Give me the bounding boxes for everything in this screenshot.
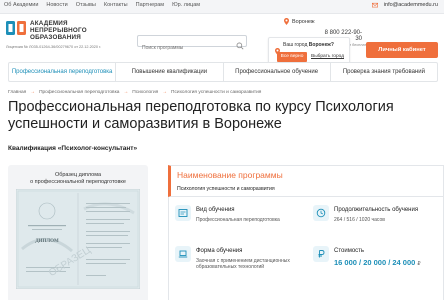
diploma-image[interactable]: ДИПЛОМ ОБРАЗЕЦ: [15, 188, 141, 290]
qualification: Квалификация «Психолог-консультант»: [8, 145, 138, 152]
diploma-caption-line-2: о профессиональной переподготовке: [30, 179, 126, 185]
logo-icon[interactable]: [6, 21, 26, 35]
logo-line-1: АКАДЕМИЯ: [30, 20, 68, 27]
city-question-text: Ваш город: [283, 42, 308, 48]
top-nav-partners[interactable]: Партнерам: [136, 2, 164, 8]
program-name-label: Наименование программы: [177, 170, 283, 180]
breadcrumb-psychology[interactable]: Психология: [132, 90, 158, 95]
detail-duration-value: 264 / 516 / 1020 часов: [334, 217, 385, 223]
detail-form-value: Заочная с применением дистанционных обра…: [196, 258, 290, 270]
breadcrumb-home[interactable]: Главная: [8, 90, 26, 95]
search-icon[interactable]: [236, 37, 244, 50]
detail-duration: Продолжительность обучения 264 / 516 / 1…: [307, 197, 444, 238]
detail-type-value: Профессиональная переподготовка: [196, 217, 280, 223]
detail-type-heading: Вид обучения: [196, 207, 235, 213]
breadcrumb-current: Психология успешности и саморазвития: [171, 90, 262, 95]
logo-text[interactable]: АКАДЕМИЯ НЕПРЕРЫВНОГО ОБРАЗОВАНИЯ: [30, 20, 87, 41]
program-name-value: Психология успешности и саморазвития: [177, 186, 275, 192]
nav-retraining[interactable]: Профессиональная переподготовка: [9, 63, 117, 81]
logo-line-3: ОБРАЗОВАНИЯ: [30, 34, 81, 41]
cost-currency: ₽: [417, 261, 421, 267]
personal-account-button[interactable]: Личный кабинет: [366, 42, 438, 58]
city-change-link[interactable]: Выбрать город: [311, 54, 344, 59]
laptop-icon: [175, 246, 191, 262]
city-selector[interactable]: Воронеж: [284, 18, 315, 25]
breadcrumb-retraining[interactable]: Профессиональная переподготовка: [39, 90, 119, 95]
diploma-caption: Образец диплома о профессиональной переп…: [8, 172, 148, 186]
breadcrumb-separator-icon: →: [162, 90, 168, 95]
diploma-caption-line-1: Образец диплома: [54, 172, 102, 178]
top-contacts: info@academmedu.ru: [371, 2, 438, 8]
city-confirm-button[interactable]: Все верно: [277, 52, 307, 62]
logo-line-2: НЕПРЕРЫВНОГО: [30, 27, 87, 34]
detail-duration-heading: Продолжительность обучения: [334, 207, 419, 213]
diploma-sample-card: Образец диплома о профессиональной переп…: [8, 165, 148, 300]
city-name: Воронеж: [292, 18, 315, 25]
top-bar: Об Академии Новости Отзывы Контакты Парт…: [0, 0, 444, 14]
nav-qualification[interactable]: Повышение квалификации: [116, 63, 224, 81]
search-box[interactable]: [137, 35, 247, 53]
top-nav-legal[interactable]: Юр. лицам: [172, 2, 200, 8]
program-name-block: Наименование программы Психология успешн…: [168, 165, 444, 197]
breadcrumb-separator-icon: →: [123, 90, 129, 95]
header: АКАДЕМИЯ НЕПРЕРЫВНОГО ОБРАЗОВАНИЯ Лиценз…: [0, 14, 444, 67]
breadcrumb-separator-icon: →: [30, 90, 36, 95]
detail-form: Форма обучения Заочная с применением дис…: [169, 238, 307, 279]
license-text: Лицензия № Л035-01264-36/00279670 от 22.…: [6, 45, 102, 49]
location-pin-icon: [275, 42, 280, 55]
search-input[interactable]: [138, 43, 234, 53]
diploma-doc-word: ДИПЛОМ: [35, 239, 59, 244]
city-question-name: Воронеж?: [308, 42, 334, 48]
cost-amount: 16 000 / 20 000 / 24 000: [334, 258, 416, 267]
top-nav-reviews[interactable]: Отзывы: [76, 2, 96, 8]
diploma-icon: [175, 205, 191, 221]
program-details: Вид обучения Профессиональная переподгот…: [168, 197, 444, 300]
detail-cost-value: 16 000 / 20 000 / 24 000 ₽: [334, 258, 421, 267]
detail-form-heading: Форма обучения: [196, 248, 243, 254]
city-question: Ваш город Воронеж?: [283, 42, 334, 48]
top-nav-contacts[interactable]: Контакты: [104, 2, 128, 8]
detail-cost-heading: Стоимость: [334, 248, 365, 254]
nav-knowledge-check[interactable]: Проверка знания требований: [331, 63, 437, 81]
top-nav: Об Академии Новости Отзывы Контакты Парт…: [4, 2, 200, 8]
detail-cost: Стоимость 16 000 / 20 000 / 24 000 ₽: [307, 238, 444, 279]
ruble-icon: [313, 246, 329, 262]
nav-prof-training[interactable]: Профессиональное обучение: [224, 63, 331, 81]
page-title: Профессиональная переподготовка по курсу…: [8, 99, 394, 132]
clock-icon: [313, 205, 329, 221]
mail-icon: [371, 2, 378, 8]
top-nav-news[interactable]: Новости: [46, 2, 67, 8]
location-pin-icon: [284, 18, 289, 25]
breadcrumb: Главная → Профессиональная переподготовк…: [8, 90, 261, 95]
top-nav-about[interactable]: Об Академии: [4, 2, 38, 8]
detail-type: Вид обучения Профессиональная переподгот…: [169, 197, 307, 238]
main-nav: Профессиональная переподготовка Повышени…: [8, 62, 438, 82]
top-email[interactable]: info@academmedu.ru: [384, 2, 438, 8]
